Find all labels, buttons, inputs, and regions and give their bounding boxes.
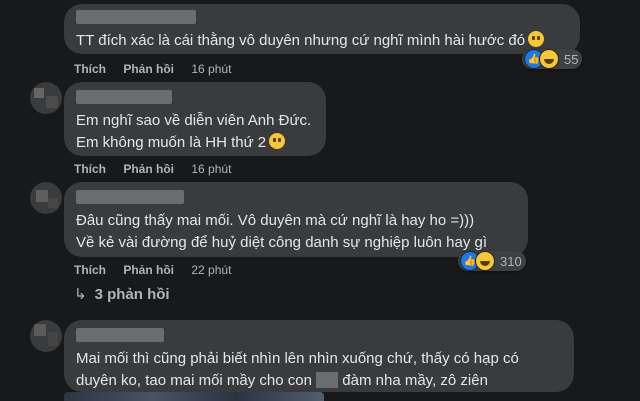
avatar[interactable] [30,182,62,214]
comment-bubble: Đâu cũng thấy mai mối. Vô duyên mà cứ ng… [64,182,528,257]
reaction-count: 55 [564,51,579,67]
reply-button[interactable]: Phản hồi [123,162,174,176]
comment-text: Em không muốn là HH thứ 2 [76,134,267,151]
reaction-summary[interactable]: 👍 310 [458,251,526,271]
redacted-author-name[interactable] [76,190,184,204]
haha-icon [475,251,495,271]
comment-bubble: Mai mối thì cũng phải biết nhìn lên nhìn… [64,320,574,392]
reply-button[interactable]: Phản hồi [123,62,174,76]
comment-text: đàm nha mầy, zô ziên [342,372,488,389]
smile-emoji-icon [528,31,545,47]
attached-image-preview[interactable] [64,392,324,401]
comment-text: TT đích xác là cái thằng vô duyên nhưng … [76,32,526,49]
like-button[interactable]: Thích [74,62,106,76]
reaction-count: 310 [500,253,522,269]
like-button[interactable]: Thích [74,263,106,277]
comment-actions: Thích Phản hồi 22 phút [74,263,245,277]
redacted-author-name[interactable] [76,10,196,24]
haha-icon [539,49,559,69]
reply-arrow-icon: ↳ [74,286,87,303]
timestamp[interactable]: 22 phút [191,263,231,277]
timestamp[interactable]: 16 phút [191,62,231,76]
redacted-name [316,372,339,388]
redacted-author-name[interactable] [76,328,164,342]
avatar[interactable] [30,82,62,114]
comment-text: Mai mối thì cũng phải biết nhìn lên nhìn… [76,350,519,367]
replies-count-label: 3 phản hồi [94,286,170,303]
reaction-summary[interactable]: 👍 55 [522,49,583,69]
comment-actions: Thích Phản hồi 16 phút [74,162,245,176]
comment-text: Về kẻ vài đường để huỷ diệt công danh sự… [76,234,488,251]
comment-bubble: TT đích xác là cái thằng vô duyên nhưng … [64,4,580,54]
comment-text: Em nghĩ sao về diễn viên Anh Đức. [76,112,312,129]
like-button[interactable]: Thích [74,162,106,176]
view-replies-button[interactable]: ↳ 3 phản hồi [74,285,170,303]
comment-text: duyên ko, tao mai mối mầy cho con [76,372,312,389]
comment-bubble: Em nghĩ sao về diễn viên Anh Đức. Em khô… [64,82,326,156]
comment-text: Đâu cũng thấy mai mối. Vô duyên mà cứ ng… [76,212,475,229]
smile-emoji-icon [269,133,286,149]
reply-button[interactable]: Phản hồi [123,263,174,277]
avatar[interactable] [30,320,62,352]
comment-actions: Thích Phản hồi 16 phút [74,62,245,76]
redacted-author-name[interactable] [76,90,172,104]
timestamp[interactable]: 16 phút [191,162,231,176]
